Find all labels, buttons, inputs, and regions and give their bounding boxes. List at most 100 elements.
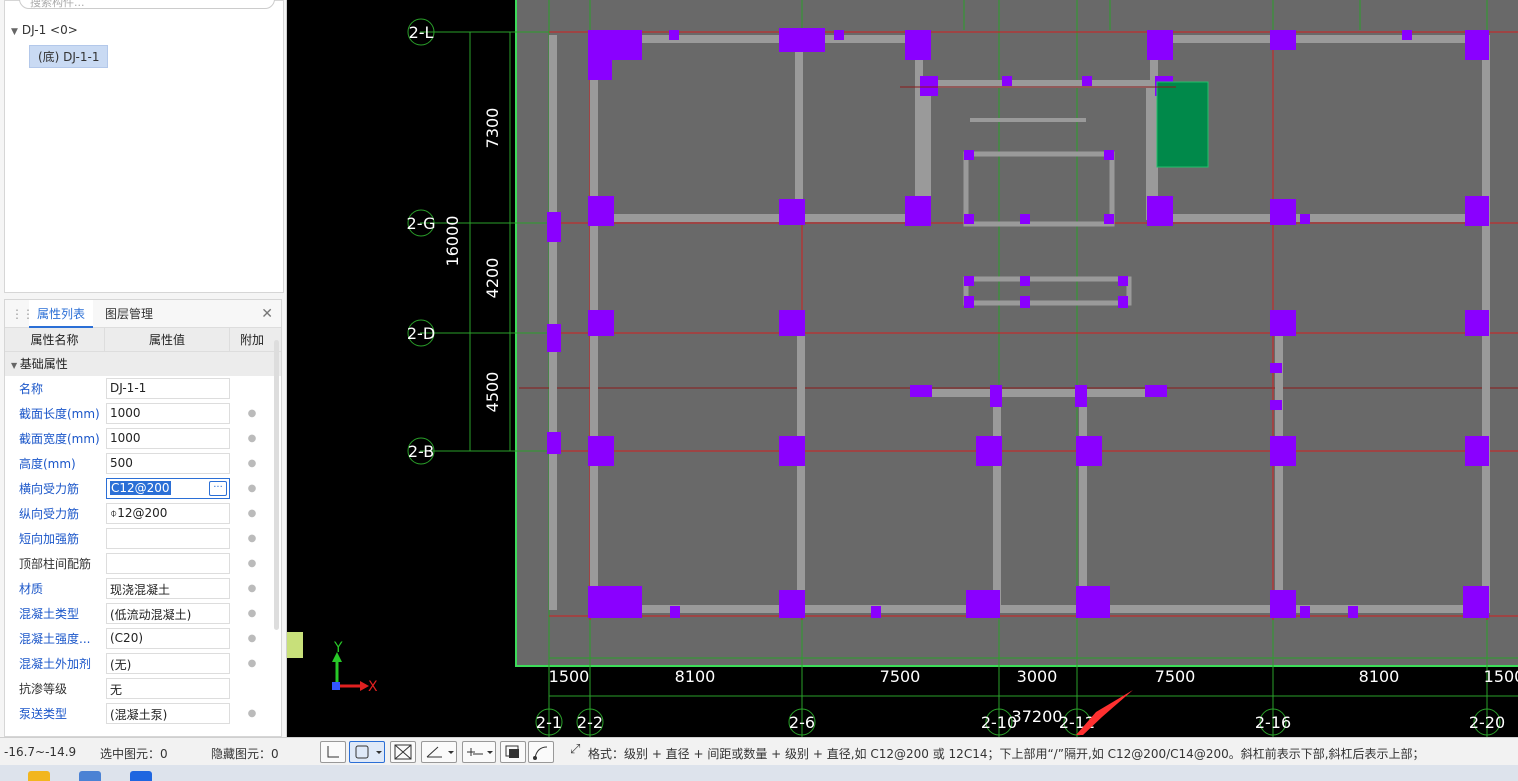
axis-label: 2-10	[981, 713, 1017, 732]
property-row[interactable]: 横向受力筋 C12@200 ··· ●	[5, 476, 281, 501]
tab-layer-manager[interactable]: 图层管理	[97, 300, 161, 328]
origin-marker	[332, 682, 340, 690]
property-name: 泵送类型	[19, 707, 68, 721]
foundation-pad	[1147, 196, 1173, 226]
dimension-text: 4200	[483, 258, 502, 299]
property-row[interactable]: 纵向受力筋 ⌽12@200 ●	[5, 501, 281, 526]
property-row[interactable]: 顶部柱间配筋 ●	[5, 551, 281, 576]
property-row[interactable]: 截面宽度(mm) 1000 ●	[5, 426, 281, 451]
property-row[interactable]: 泵送类型 (混凝土泵) ●	[5, 701, 281, 726]
property-name: 横向受力筋	[19, 482, 80, 496]
property-value-field[interactable]	[106, 528, 230, 549]
close-icon[interactable]: ✕	[261, 306, 273, 322]
property-value-field[interactable]: ⌽12@200	[106, 503, 230, 524]
foundation-pad	[588, 196, 614, 226]
tree-search-input[interactable]: 搜索构件...	[19, 0, 275, 9]
property-row[interactable]: 截面长度(mm) 1000 ●	[5, 401, 281, 426]
property-name: 材质	[19, 582, 44, 596]
extra-checkbox[interactable]: ●	[230, 558, 274, 569]
property-value-field[interactable]: (无)	[106, 653, 230, 674]
expand-arrow-icon[interactable]: ▼	[11, 27, 18, 37]
extra-checkbox: ●	[247, 633, 257, 644]
property-row[interactable]: 混凝土类型 (低流动混凝土) ●	[5, 601, 281, 626]
foundation-pad	[1300, 606, 1310, 618]
axis-label: 2-2	[577, 713, 603, 732]
foundation-pad	[779, 28, 825, 52]
beam	[1079, 390, 1087, 610]
extra-checkbox[interactable]: ●	[230, 658, 274, 669]
foundation-pad	[547, 212, 561, 242]
angle-tool-button[interactable]	[421, 741, 457, 763]
property-value-field[interactable]: C12@200 ···	[106, 478, 230, 499]
drawing-canvas[interactable]: 2-L 2-G 2-D 2-B 7300 4200 4500 16000 1500 8100 750…	[287, 0, 1518, 737]
extra-checkbox[interactable]: ●	[230, 483, 274, 494]
dimension-tool-button[interactable]	[462, 741, 496, 763]
property-name: 名称	[19, 382, 44, 396]
tree-node-dj1[interactable]: ▼ DJ-1 <0>	[11, 23, 78, 37]
col-extra-header: 附加	[239, 333, 264, 347]
foundation-pad	[1270, 590, 1296, 618]
foundation-pad	[1076, 586, 1110, 618]
extra-checkbox[interactable]: ●	[230, 533, 274, 544]
expand-icon: ⤢	[570, 742, 581, 757]
property-scrollbar[interactable]	[274, 340, 279, 630]
foundation-pad	[779, 436, 805, 466]
foundation-pad	[1118, 296, 1128, 308]
foundation-pad	[964, 150, 974, 160]
property-value-field[interactable]: (C20)	[106, 628, 230, 649]
foundation-pad	[1465, 436, 1489, 466]
property-row[interactable]: 短向加强筋 ●	[5, 526, 281, 551]
extra-checkbox[interactable]: ●	[230, 608, 274, 619]
dimension-total: 16000	[443, 216, 462, 267]
property-value-field[interactable]: 现浇混凝土	[106, 578, 230, 599]
select-mode-button[interactable]	[349, 741, 385, 763]
col-value-header: 属性值	[105, 328, 230, 351]
property-value-field[interactable]: 500	[106, 453, 230, 474]
dimension-text: 4500	[483, 372, 502, 413]
extra-checkbox[interactable]: ●	[230, 433, 274, 444]
property-row[interactable]: 抗渗等级 无	[5, 676, 281, 701]
extra-checkbox[interactable]: ●	[230, 408, 274, 419]
taskbar-app-icon[interactable]	[28, 771, 50, 781]
group-basic-properties[interactable]: ▼ 基础属性	[5, 352, 281, 376]
snap-icon	[533, 746, 548, 760]
property-value-field[interactable]: 1000	[106, 428, 230, 449]
extra-checkbox[interactable]: ●	[230, 583, 274, 594]
extra-checkbox[interactable]: ●	[230, 458, 274, 469]
taskbar-app-icon[interactable]	[79, 771, 101, 781]
property-name: 高度(mm)	[19, 457, 76, 471]
ortho-tool-button[interactable]	[320, 741, 346, 763]
property-value-field[interactable]: 1000	[106, 403, 230, 424]
property-row[interactable]: 混凝土强度... (C20) ●	[5, 626, 281, 651]
property-value-field[interactable]: (低流动混凝土)	[106, 603, 230, 624]
property-value-field[interactable]: 无	[106, 678, 230, 699]
taskbar	[0, 765, 1518, 781]
property-row[interactable]: 高度(mm) 500 ●	[5, 451, 281, 476]
cross-tool-button[interactable]	[390, 741, 416, 763]
foundation-pad	[910, 385, 932, 397]
more-icon[interactable]: ···	[209, 481, 227, 496]
snap-tool-button[interactable]	[528, 741, 554, 763]
property-row[interactable]: 混凝土外加剂 (无) ●	[5, 651, 281, 676]
property-value-field[interactable]	[106, 553, 230, 574]
property-value-field[interactable]: (混凝土泵)	[106, 703, 230, 724]
property-row[interactable]: 名称 DJ-1-1	[5, 376, 281, 401]
axis-label: 2-B	[408, 442, 434, 461]
extra-checkbox[interactable]: ●	[230, 508, 274, 519]
beam	[970, 118, 1086, 122]
taskbar-app-icon[interactable]	[130, 771, 152, 781]
cross-icon	[394, 744, 412, 760]
beam	[915, 35, 923, 220]
cad-drawing[interactable]: 2-L 2-G 2-D 2-B 7300 4200 4500 16000 1500 8100 750…	[287, 0, 1518, 737]
layer-tool-button[interactable]	[500, 741, 526, 763]
foundation-pad	[976, 436, 1002, 466]
tab-property-list[interactable]: 属性列表	[29, 300, 94, 328]
property-value-field[interactable]: DJ-1-1	[106, 378, 230, 399]
extra-checkbox[interactable]: ●	[230, 708, 274, 719]
property-name: 混凝土强度...	[19, 632, 91, 646]
property-row[interactable]: 材质 现浇混凝土 ●	[5, 576, 281, 601]
foundation-pad	[1463, 586, 1489, 618]
axis-label: 2-D	[407, 324, 435, 343]
foundation-pad	[670, 606, 680, 618]
tree-node-dj1-1[interactable]: (底) DJ-1-1	[29, 45, 109, 68]
